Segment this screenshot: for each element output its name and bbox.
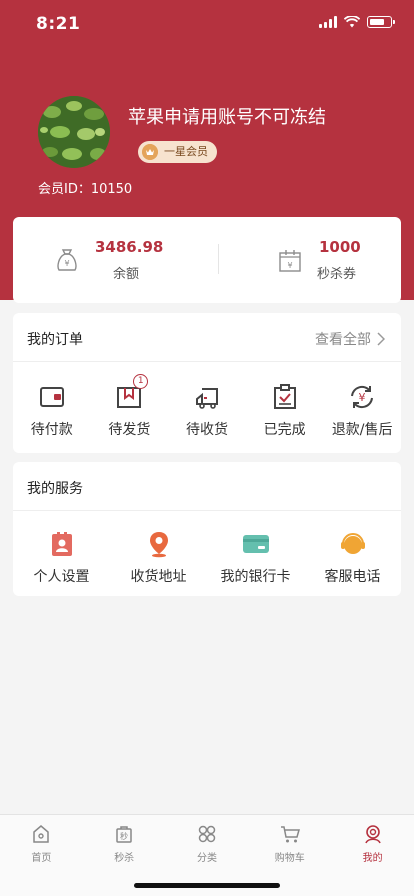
home-indicator: [134, 883, 280, 888]
signal-icon: [319, 16, 337, 28]
service-label: 客服电话: [324, 569, 381, 585]
service-customer-phone[interactable]: 客服电话: [304, 530, 401, 600]
services-grid: 个人设置 收货地址 我的银行卡 客服电话: [13, 530, 401, 600]
service-label: 我的银行卡: [220, 569, 291, 585]
balance-amount: 3486.98: [95, 238, 164, 256]
order-status-pending-payment[interactable]: 待付款: [13, 383, 91, 453]
tab-label: 购物车: [274, 853, 305, 864]
coupon-label: 秒杀券: [317, 267, 357, 282]
coupon-icon: ¥: [279, 250, 301, 272]
view-all-orders-link[interactable]: 查看全部: [315, 329, 385, 349]
balance-item[interactable]: ¥ 3486.98 余额: [13, 217, 207, 303]
service-personal-settings[interactable]: 个人设置: [13, 530, 110, 600]
chevron-right-icon: [377, 332, 385, 346]
wifi-icon: [344, 16, 360, 28]
profile-icon: [364, 825, 381, 844]
orders-title: 我的订单: [27, 332, 83, 348]
order-status-label: 待付款: [30, 422, 73, 438]
tab-label: 秒杀: [114, 853, 135, 864]
order-status-pending-shipment[interactable]: 1 待发货: [91, 374, 169, 453]
services-card: 我的服务 个人设置 收货地址 我的银行卡 客服电话: [13, 462, 401, 596]
headset-icon: [340, 533, 365, 554]
cart-icon: [280, 826, 300, 843]
tab-label: 分类: [196, 853, 217, 864]
orders-card: 我的订单 查看全部 待付款 1 待发货 待收货 已完成 ¥ 退款/售后: [13, 313, 401, 453]
service-label: 个人设置: [33, 569, 90, 585]
svg-text:¥: ¥: [359, 391, 366, 404]
order-status-pending-receipt[interactable]: 待收货: [168, 383, 246, 453]
battery-icon: [367, 16, 395, 28]
bank-card-icon: [242, 535, 269, 553]
truck-icon: [195, 388, 218, 409]
order-status-label: 已完成: [263, 422, 306, 438]
clipboard-check-icon: [273, 384, 296, 409]
tab-profile[interactable]: 我的: [331, 815, 414, 896]
svg-text:¥: ¥: [64, 259, 69, 268]
view-all-label: 查看全部: [315, 332, 371, 348]
services-title: 我的服务: [27, 481, 83, 497]
status-time: 8:21: [36, 14, 81, 34]
location-pin-icon: [149, 532, 168, 558]
balance-card: ¥ 3486.98 余额 ¥ 1000 秒杀券: [13, 217, 401, 303]
balance-label: 余额: [113, 267, 140, 282]
order-status-label: 退款/售后: [331, 422, 393, 438]
service-label: 收货地址: [130, 569, 187, 585]
tab-label: 首页: [31, 853, 52, 864]
crown-icon: [142, 144, 158, 160]
wallet-icon: [39, 387, 64, 407]
category-icon: [198, 825, 216, 843]
username: 苹果申请用账号不可冻结: [128, 107, 326, 128]
svg-text:¥: ¥: [287, 261, 292, 270]
coupon-item[interactable]: ¥ 1000 秒杀券: [207, 217, 401, 303]
coupon-count: 1000: [319, 238, 361, 256]
order-status-refund[interactable]: ¥ 退款/售后: [323, 383, 401, 453]
service-shipping-address[interactable]: 收货地址: [110, 530, 207, 600]
order-status-label: 待发货: [108, 422, 151, 438]
avatar[interactable]: [38, 96, 110, 168]
svg-text:秒: 秒: [120, 831, 128, 841]
person-card-icon: [51, 532, 72, 556]
money-bag-icon: ¥: [57, 249, 77, 271]
order-status-label: 待收货: [185, 422, 228, 438]
home-icon: [33, 825, 50, 843]
flash-sale-icon: 秒: [116, 826, 132, 843]
refund-icon: ¥: [351, 385, 374, 409]
order-status-grid: 待付款 1 待发货 待收货 已完成 ¥ 退款/售后: [13, 374, 401, 453]
status-icons: [319, 16, 395, 28]
status-bar: 8:21: [0, 0, 414, 48]
service-bank-cards[interactable]: 我的银行卡: [207, 530, 304, 600]
bottom-tab-bar: 首页 秒 秒杀 分类 购物车 我的: [0, 814, 414, 896]
divider: [13, 361, 401, 362]
member-id: 会员ID：10150: [38, 182, 133, 197]
divider: [13, 510, 401, 511]
tab-label: 我的: [362, 853, 383, 864]
order-status-completed[interactable]: 已完成: [246, 383, 324, 453]
member-level-label: 一星会员: [164, 145, 208, 158]
member-level-badge: 一星会员: [138, 141, 217, 163]
tab-home[interactable]: 首页: [0, 815, 83, 896]
order-count-badge: 1: [133, 374, 149, 389]
